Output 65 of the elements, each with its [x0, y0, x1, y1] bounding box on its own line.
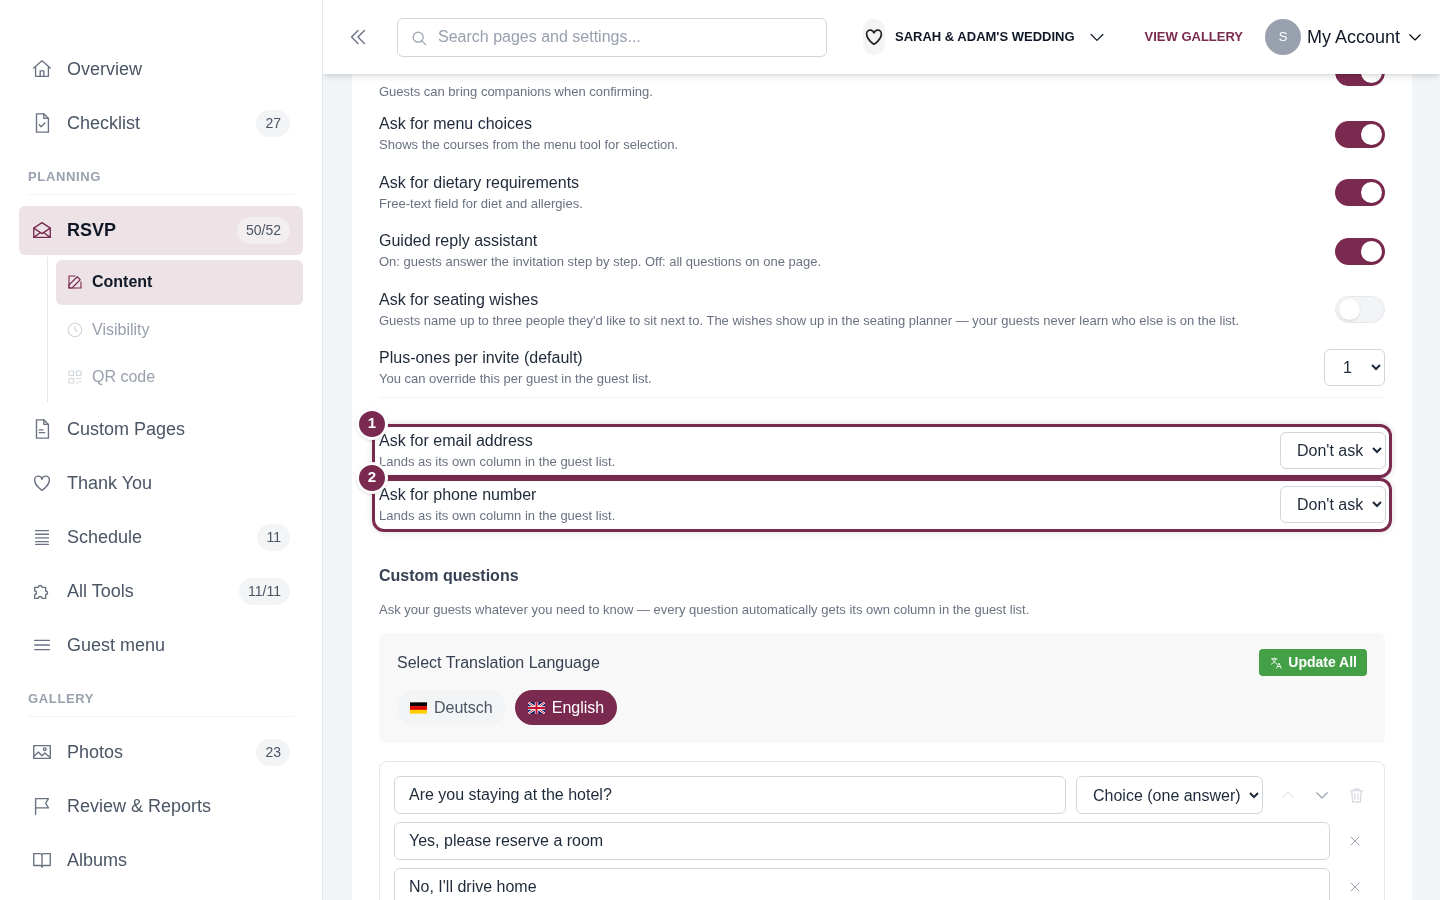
setting-title: Ask for email address	[379, 430, 534, 451]
account-menu[interactable]: S My Account	[1265, 19, 1425, 55]
language-tab[interactable]: English	[514, 690, 618, 725]
language-tab[interactable]: Deutsch	[397, 690, 506, 725]
dropdown[interactable]: Don't ask	[1280, 432, 1386, 469]
setting-title: Ask for menu choices	[379, 114, 533, 135]
count-badge: 11/11	[239, 577, 290, 605]
setting-description: Lands as its own column in the guest list.	[379, 452, 616, 471]
setting-description: Guests name up to three people they'd like to sit next to. The wishes show up in the seating planner — your guests never learn who else is on the list.	[379, 311, 1239, 330]
event-selector[interactable]: SARAH & ADAM'S WEDDING	[895, 27, 1107, 47]
envelope-icon	[31, 219, 53, 241]
setting-title: Ask for seating wishes	[379, 289, 540, 310]
dropdown[interactable]: 1	[1324, 349, 1385, 387]
sidebar-item[interactable]: Review & Reports	[19, 781, 303, 831]
sidebar-item[interactable]: All Tools 11/11	[19, 566, 303, 616]
view-gallery-link[interactable]: VIEW GALLERY	[1144, 27, 1244, 47]
heart-icon	[31, 472, 53, 494]
sidebar-item[interactable]: Overview	[19, 44, 303, 94]
toggle-switch[interactable]	[1335, 120, 1385, 148]
dropdown[interactable]: Don't ask	[1280, 486, 1386, 523]
text-field[interactable]: Yes, please reserve a room	[394, 822, 1330, 860]
section-title: Custom questions	[379, 565, 520, 586]
sidebar-item[interactable]: Photos 23	[19, 727, 303, 777]
toggle-switch[interactable]	[1335, 237, 1385, 265]
setting-title: Ask for phone number	[379, 484, 538, 505]
toggle-switch[interactable]	[1335, 179, 1385, 207]
sidebar-item[interactable]: Thank You	[19, 458, 303, 508]
section-description: Ask your guests whatever you need to know — every question automatically gets its own column in the guest list.	[379, 600, 1031, 619]
sidebar-item[interactable]: Schedule 11	[19, 512, 303, 562]
panel-title: Select Translation Language	[397, 652, 600, 673]
text-field[interactable]: Are you staying at the hotel?	[394, 776, 1066, 814]
setting-title: Guided reply assistant	[379, 231, 539, 252]
text-field[interactable]: No, I'll drive home	[394, 868, 1330, 900]
house-icon	[31, 58, 53, 80]
section-heading: PLANNING	[28, 169, 102, 184]
sidebar-subitem[interactable]: Content	[56, 259, 303, 305]
setting-description: Free-text field for diet and allergies.	[379, 194, 583, 213]
qr-code-icon	[66, 368, 84, 386]
sidebar-item[interactable]: RSVP 50/52	[19, 205, 303, 255]
toggle-switch[interactable]	[1335, 296, 1385, 324]
setting-title: Plus-ones per invite (default)	[379, 347, 584, 368]
sidebar-item[interactable]: Custom Pages	[19, 404, 303, 454]
pencil-icon	[66, 273, 84, 291]
toggle-switch[interactable]	[1335, 74, 1385, 86]
sidebar-item[interactable]: Checklist 27	[19, 98, 303, 148]
sidebar-item[interactable]: Guest menu	[19, 620, 303, 670]
flag-icon	[410, 701, 427, 714]
count-badge: 50/52	[236, 216, 290, 244]
flag-icon	[527, 701, 545, 714]
count-badge: 11	[257, 523, 290, 551]
setting-title: Ask for dietary requirements	[379, 172, 581, 193]
setting-description: On: guests answer the invitation step by step. Off: all questions on one page.	[379, 253, 822, 272]
setting-description: Shows the courses from the menu tool for selection.	[379, 136, 679, 155]
setting-description: Lands as its own column in the guest list.	[379, 506, 616, 525]
question-type-dropdown[interactable]: Choice (one answer)	[1076, 776, 1263, 814]
section-heading: GALLERY	[28, 691, 95, 706]
clock-icon	[66, 320, 84, 339]
setting-description: Guests can bring companions when confirming.	[379, 83, 653, 101]
sidebar-item[interactable]: Albums	[19, 835, 303, 885]
translate-icon	[1269, 655, 1284, 670]
count-badge: 27	[256, 109, 290, 137]
setting-description: You can override this per guest in the guest list.	[379, 369, 652, 388]
count-badge: 23	[256, 738, 290, 766]
avatar: S	[1265, 19, 1302, 55]
search-field[interactable]: Search pages and settings...	[397, 17, 827, 57]
